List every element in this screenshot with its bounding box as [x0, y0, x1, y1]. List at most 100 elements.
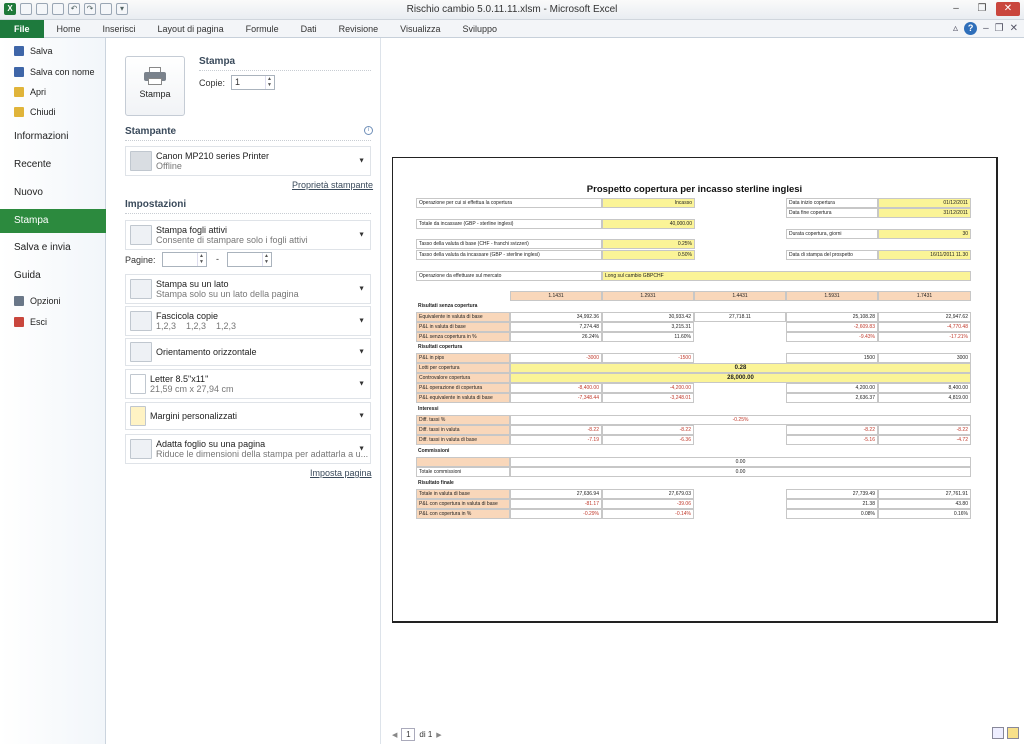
info-icon[interactable]: i — [364, 126, 373, 135]
save-as-icon — [14, 67, 24, 77]
cell-value: -7,348.44 — [510, 393, 602, 403]
tab-formule[interactable]: Formule — [235, 20, 290, 38]
row-label: P&L con copertura in valuta di base — [416, 499, 510, 509]
restore-icon[interactable]: ❐ — [970, 2, 994, 16]
divider — [125, 213, 371, 214]
row-label: Totale in valuta di base — [416, 489, 510, 499]
minimize-icon[interactable]: – — [944, 2, 968, 16]
menu-opzioni[interactable]: Opzioni — [0, 296, 106, 306]
menu-esci[interactable]: Esci — [0, 317, 106, 327]
tab-sviluppo[interactable]: Sviluppo — [452, 20, 509, 38]
margins-select[interactable]: Margini personalizzati ▼ — [125, 402, 371, 430]
help-icon[interactable]: ? — [964, 22, 978, 35]
rate-header: 1.1431 — [510, 291, 602, 301]
cell-value: -0.29% — [510, 509, 602, 519]
menu-salva-e-invia[interactable]: Salva e invia — [0, 242, 106, 253]
rate-header: 1.4431 — [694, 291, 786, 301]
print-button[interactable]: Stampa — [125, 56, 185, 116]
stepper-arrows-icon[interactable]: ▲ ▼ — [197, 253, 205, 266]
menu-stampa-selected[interactable]: Stampa — [0, 209, 116, 233]
rate-base-label: Tasso della valuta di base (CHF - franch… — [416, 239, 602, 249]
cell-value: -1500 — [602, 353, 694, 363]
next-page-icon[interactable]: ▶ — [436, 731, 441, 739]
active-sheets-icon — [130, 225, 152, 245]
tab-revisione[interactable]: Revisione — [328, 20, 390, 38]
show-margins-icon[interactable] — [992, 727, 1004, 739]
cell-value: 27,761.91 — [878, 489, 971, 499]
one-sided-icon — [130, 279, 152, 299]
market-label: Operazione da effettuare sul mercato — [416, 271, 602, 281]
tab-file[interactable]: File — [0, 20, 44, 38]
menu-apri[interactable]: Apri — [0, 87, 106, 97]
doc-close-icon[interactable]: ✕ — [1010, 23, 1018, 34]
cell-value: -7.19 — [510, 435, 602, 445]
printer-select[interactable]: Canon MP210 series Printer Offline ▼ — [125, 146, 371, 176]
option-title: Adatta foglio su una pagina — [156, 439, 266, 449]
dropdown-arrow-icon: ▼ — [358, 157, 365, 165]
row-label: P&L in pips — [416, 353, 510, 363]
rate-header: 1.5931 — [786, 291, 878, 301]
pages-label: Pagine: — [125, 255, 156, 265]
zoom-to-page-icon[interactable] — [1007, 727, 1019, 739]
cell-value: -9.43% — [786, 332, 878, 342]
page-navigator: ◀ 1 di 1 ▶ — [392, 728, 442, 741]
print-date-value: 16/11/2011 11.30 — [878, 250, 971, 260]
option-desc: 21,59 cm x 27,94 cm — [150, 384, 234, 394]
current-page-input[interactable]: 1 — [401, 728, 416, 741]
stepper-arrows-icon[interactable]: ▲ ▼ — [265, 76, 273, 89]
fit-page-icon — [130, 439, 152, 459]
dropdown-arrow-icon: ▼ — [358, 285, 365, 293]
sides-select[interactable]: Stampa su un lato Stampa solo su un lato … — [125, 274, 371, 304]
prev-page-icon[interactable]: ◀ — [392, 731, 397, 739]
dropdown-arrow-icon: ▼ — [358, 317, 365, 325]
tab-visualizza[interactable]: Visualizza — [389, 20, 451, 38]
cell-value: 26.24% — [510, 332, 602, 342]
rate-header: 1.2931 — [602, 291, 694, 301]
paper-size-select[interactable]: Letter 8.5"x11" 21,59 cm x 27,94 cm ▼ — [125, 369, 371, 399]
tab-inserisci[interactable]: Inserisci — [92, 20, 147, 38]
menu-salva-con-nome[interactable]: Salva con nome — [0, 67, 106, 77]
cell-value: 0.16% — [878, 509, 971, 519]
menu-recente[interactable]: Recente — [0, 159, 106, 170]
tab-layout[interactable]: Layout di pagina — [147, 20, 235, 38]
cell-value: -17.21% — [878, 332, 971, 342]
collate-select[interactable]: Fascicola copie 1,2,3 1,2,3 1,2,3 ▼ — [125, 306, 371, 336]
view-toggles — [992, 727, 1019, 739]
ribbon-collapse-icon[interactable]: ▵ — [953, 23, 958, 34]
dropdown-arrow-icon: ▼ — [358, 348, 365, 356]
page-setup-link[interactable]: Imposta pagina — [310, 468, 372, 478]
dropdown-arrow-icon: ▼ — [358, 380, 365, 388]
stepper-arrows-icon[interactable]: ▲ ▼ — [262, 253, 270, 266]
doc-minimize-icon[interactable]: – — [983, 23, 989, 34]
menu-salva[interactable]: Salva — [0, 46, 106, 56]
printer-name: Canon MP210 series Printer — [156, 151, 270, 161]
tab-dati[interactable]: Dati — [290, 20, 328, 38]
pages-to-input[interactable]: ▲ ▼ — [227, 252, 272, 267]
print-button-label: Stampa — [139, 89, 171, 99]
paper-icon — [130, 374, 146, 394]
printer-properties-link[interactable]: Proprietà stampante — [292, 180, 373, 190]
section-title: Risultati senza copertura — [418, 303, 478, 309]
tab-home[interactable]: Home — [46, 20, 92, 38]
cell-value: -0.14% — [602, 509, 694, 519]
menu-informazioni[interactable]: Informazioni — [0, 131, 106, 142]
scaling-select[interactable]: Adatta foglio su una pagina Riduce le dim… — [125, 434, 371, 464]
menu-chiudi[interactable]: Chiudi — [0, 107, 106, 117]
printer-icon — [144, 67, 166, 85]
menu-guida[interactable]: Guida — [0, 270, 106, 281]
copies-stepper[interactable]: 1 ▲ ▼ — [231, 75, 275, 90]
print-what-select[interactable]: Stampa fogli attivi Consente di stampare … — [125, 220, 371, 250]
exit-icon — [14, 317, 24, 327]
dropdown-arrow-icon: ▼ — [358, 445, 365, 453]
menu-nuovo[interactable]: Nuovo — [0, 187, 106, 198]
pages-from-input[interactable]: ▲ ▼ — [162, 252, 207, 267]
row-label — [416, 457, 510, 467]
doc-restore-icon[interactable]: ❐ — [995, 23, 1004, 34]
landscape-icon — [130, 342, 152, 362]
lots-value: 0.28 — [510, 363, 971, 373]
menu-label: Salva — [30, 46, 53, 56]
ribbon-tabs: File Home Inserisci Layout di pagina For… — [0, 20, 1024, 38]
orientation-select[interactable]: Orientamento orizzontale ▼ — [125, 338, 371, 366]
market-value: Long sul cambio GBPCHF — [602, 271, 971, 281]
close-icon[interactable]: ✕ — [996, 2, 1020, 16]
